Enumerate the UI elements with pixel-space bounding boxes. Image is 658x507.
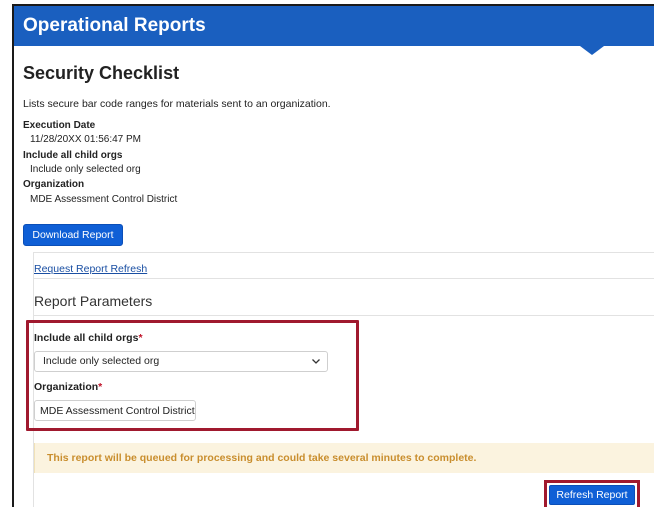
- child-orgs-label: Include all child orgs: [23, 150, 123, 161]
- required-mark: *: [98, 381, 103, 393]
- organization-value: MDE Assessment Control District: [30, 194, 178, 205]
- app-title: Operational Reports: [23, 15, 206, 36]
- request-refresh-link[interactable]: Request Report Refresh: [34, 263, 147, 275]
- app-header: Operational Reports: [14, 6, 654, 46]
- queue-alert: This report will be queued for processin…: [34, 443, 654, 473]
- child-orgs-field-label: Include all child orgs*: [34, 332, 143, 344]
- required-mark: *: [138, 332, 143, 344]
- report-parameters-title: Report Parameters: [34, 293, 153, 309]
- divider: [34, 278, 654, 279]
- divider: [34, 315, 654, 316]
- organization-field-label: Organization*: [34, 381, 103, 393]
- chevron-down-icon: [312, 359, 320, 364]
- execution-date-value: 11/28/20XX 01:56:47 PM: [30, 134, 142, 145]
- execution-date-label: Execution Date: [23, 120, 96, 131]
- page-title: Security Checklist: [23, 63, 180, 83]
- organization-input[interactable]: [34, 400, 196, 421]
- header-notch: [580, 46, 604, 55]
- refresh-report-button[interactable]: Refresh Report: [549, 485, 635, 505]
- alert-text: This report will be queued for processin…: [47, 452, 477, 464]
- page-description: Lists secure bar code ranges for materia…: [23, 98, 331, 110]
- download-report-button[interactable]: Download Report: [23, 224, 123, 246]
- child-orgs-select[interactable]: Include only selected org: [34, 351, 328, 372]
- organization-label: Organization: [23, 179, 85, 190]
- child-orgs-selected: Include only selected org: [43, 355, 160, 367]
- report-window: Operational Reports Security Checklist L…: [12, 4, 654, 507]
- child-orgs-value: Include only selected org: [30, 164, 141, 175]
